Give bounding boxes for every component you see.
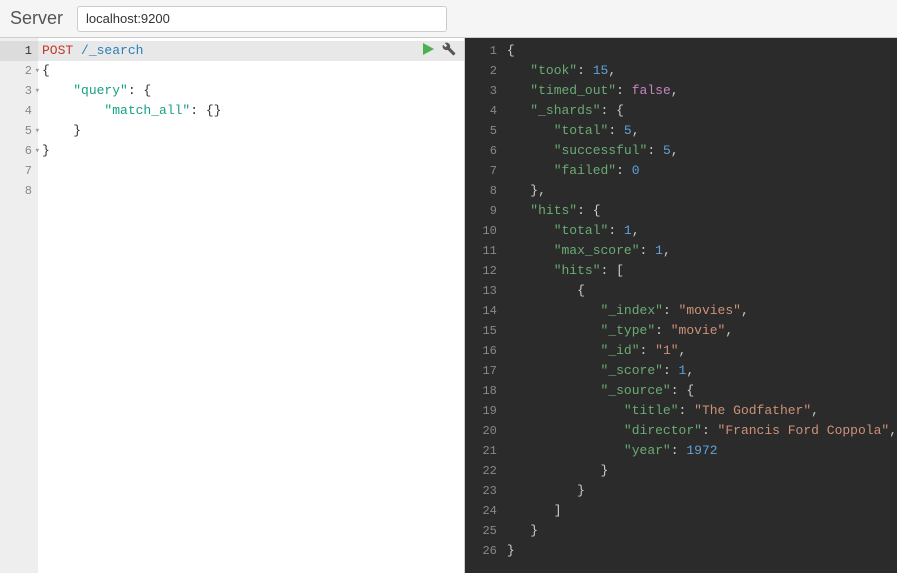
line-number: 21: [465, 441, 503, 461]
code-line: }: [503, 541, 897, 561]
code-line: "max_score": 1,: [503, 241, 897, 261]
code-line: }: [503, 481, 897, 501]
line-number: 24: [465, 501, 503, 521]
server-label: Server: [10, 8, 63, 29]
line-number: 23: [465, 481, 503, 501]
header-bar: Server: [0, 0, 897, 38]
line-number: 17: [465, 361, 503, 381]
line-number: 6: [465, 141, 503, 161]
line-number: 19: [465, 401, 503, 421]
line-number: 3: [465, 81, 503, 101]
code-line: }: [38, 121, 464, 141]
line-number: 7: [0, 161, 38, 181]
code-line: "total": 1,: [503, 221, 897, 241]
wrench-icon[interactable]: [442, 42, 456, 56]
code-line: [38, 161, 464, 181]
code-line: ]: [503, 501, 897, 521]
server-input[interactable]: [77, 6, 447, 32]
code-line: {: [503, 281, 897, 301]
response-gutter: 1234567891011121314151617181920212223242…: [465, 38, 503, 573]
line-number: 3▾: [0, 81, 38, 101]
code-line: "_id": "1",: [503, 341, 897, 361]
run-icon[interactable]: [422, 43, 434, 55]
code-line: }: [503, 521, 897, 541]
code-line: "_index": "movies",: [503, 301, 897, 321]
line-number: 1: [0, 41, 38, 61]
line-number: 18: [465, 381, 503, 401]
line-number: 5: [465, 121, 503, 141]
line-number: 25: [465, 521, 503, 541]
line-number: 6▾: [0, 141, 38, 161]
line-number: 1: [465, 41, 503, 61]
code-line: },: [503, 181, 897, 201]
code-line: "took": 15,: [503, 61, 897, 81]
code-line: {: [503, 41, 897, 61]
request-editor[interactable]: POST /_search{ "query": { "match_all": {…: [38, 38, 464, 573]
line-number: 10: [465, 221, 503, 241]
line-number: 22: [465, 461, 503, 481]
line-number: 20: [465, 421, 503, 441]
code-line: "failed": 0: [503, 161, 897, 181]
code-line: "total": 5,: [503, 121, 897, 141]
line-number: 4: [0, 101, 38, 121]
code-line: }: [503, 461, 897, 481]
code-line: "timed_out": false,: [503, 81, 897, 101]
line-number: 9: [465, 201, 503, 221]
line-number: 12: [465, 261, 503, 281]
code-line: "hits": [: [503, 261, 897, 281]
code-line: "_shards": {: [503, 101, 897, 121]
line-number: 8: [0, 181, 38, 201]
request-panel: 12▾3▾45▾6▾78 POST /_search{ "query": { "…: [0, 38, 465, 573]
line-number: 2▾: [0, 61, 38, 81]
code-line: }: [38, 141, 464, 161]
line-number: 8: [465, 181, 503, 201]
line-number: 5▾: [0, 121, 38, 141]
code-line: "hits": {: [503, 201, 897, 221]
code-line: "title": "The Godfather",: [503, 401, 897, 421]
line-number: 14: [465, 301, 503, 321]
request-gutter: 12▾3▾45▾6▾78: [0, 38, 38, 573]
code-line: "_score": 1,: [503, 361, 897, 381]
code-line: [38, 181, 464, 201]
line-number: 26: [465, 541, 503, 561]
line-number: 7: [465, 161, 503, 181]
code-line: "match_all": {}: [38, 101, 464, 121]
line-number: 2: [465, 61, 503, 81]
response-viewer[interactable]: { "took": 15, "timed_out": false, "_shar…: [503, 38, 897, 573]
line-number: 4: [465, 101, 503, 121]
line-number: 15: [465, 321, 503, 341]
main-panels: 12▾3▾45▾6▾78 POST /_search{ "query": { "…: [0, 38, 897, 573]
code-line: "_source": {: [503, 381, 897, 401]
line-number: 16: [465, 341, 503, 361]
code-line: "year": 1972: [503, 441, 897, 461]
request-actions: [422, 42, 456, 56]
code-line: "successful": 5,: [503, 141, 897, 161]
line-number: 11: [465, 241, 503, 261]
code-line: {: [38, 61, 464, 81]
code-line: "director": "Francis Ford Coppola",: [503, 421, 897, 441]
code-line: POST /_search: [38, 41, 464, 61]
code-line: "query": {: [38, 81, 464, 101]
response-panel: 1234567891011121314151617181920212223242…: [465, 38, 897, 573]
line-number: 13: [465, 281, 503, 301]
code-line: "_type": "movie",: [503, 321, 897, 341]
